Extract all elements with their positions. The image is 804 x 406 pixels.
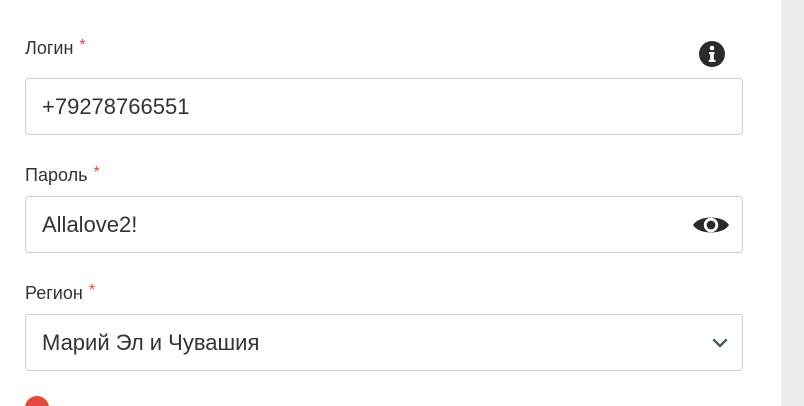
- login-input-value: +79278766551: [42, 93, 190, 119]
- region-select-value: Марий Эл и Чувашия: [42, 329, 260, 355]
- required-marker: *: [88, 282, 96, 299]
- error-message-row: [25, 396, 765, 406]
- eye-icon[interactable]: [692, 212, 730, 238]
- login-label: Логин *: [25, 37, 86, 59]
- region-label: Регион *: [25, 282, 96, 304]
- required-marker: *: [93, 164, 100, 181]
- info-circle-icon[interactable]: [698, 40, 726, 68]
- password-input[interactable]: Allalove2!: [25, 196, 743, 253]
- cut-off-heading-fragment: · ·: [186, 0, 217, 12]
- login-input[interactable]: +79278766551: [25, 78, 743, 135]
- password-label: Пароль *: [25, 164, 100, 186]
- password-input-value: Allalove2!: [42, 211, 138, 237]
- password-label-text: Пароль: [25, 165, 88, 185]
- region-label-text: Регион: [25, 283, 83, 303]
- form-page: · · Логин * +79278766551 Пароль * Allalove…: [0, 0, 804, 406]
- region-select[interactable]: Марий Эл и Чувашия: [25, 314, 743, 371]
- scrollbar-track[interactable]: [781, 0, 804, 406]
- required-marker: *: [79, 37, 86, 54]
- login-label-text: Логин: [25, 38, 74, 58]
- chevron-down-icon[interactable]: [712, 338, 728, 348]
- alert-circle-icon: [25, 396, 49, 406]
